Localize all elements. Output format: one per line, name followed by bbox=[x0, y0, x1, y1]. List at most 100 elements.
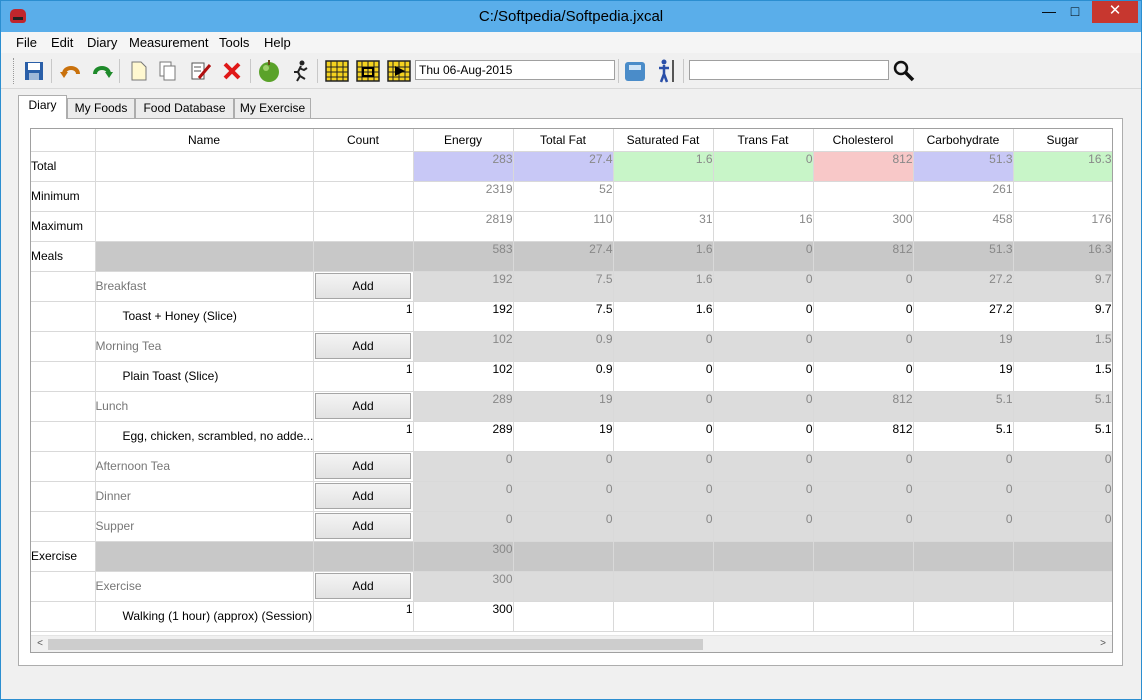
column-header[interactable]: Cholesterol bbox=[813, 129, 914, 152]
value-cell[interactable]: 0 bbox=[913, 481, 1014, 512]
value-cell[interactable]: 2819 bbox=[413, 211, 514, 242]
name-cell[interactable]: Supper bbox=[95, 511, 314, 542]
maximize-button[interactable]: □ bbox=[1062, 1, 1088, 23]
undo-icon[interactable] bbox=[58, 58, 84, 84]
name-cell[interactable] bbox=[95, 211, 314, 242]
value-cell[interactable]: 0 bbox=[713, 511, 814, 542]
value-cell[interactable]: 1.6 bbox=[613, 271, 714, 302]
value-cell[interactable]: 0 bbox=[813, 271, 914, 302]
value-cell[interactable] bbox=[713, 571, 814, 602]
count-cell[interactable]: 1 bbox=[313, 361, 414, 392]
value-cell[interactable]: 0 bbox=[513, 481, 614, 512]
menu-help[interactable]: Help bbox=[264, 35, 291, 50]
value-cell[interactable]: 0 bbox=[913, 511, 1014, 542]
value-cell[interactable]: 5.1 bbox=[1013, 421, 1112, 452]
date-field[interactable]: Thu 06-Aug-2015 bbox=[415, 60, 615, 80]
scroll-left-icon[interactable]: < bbox=[33, 638, 47, 651]
value-cell[interactable]: 192 bbox=[413, 301, 514, 332]
table-row[interactable]: Exercise 300 bbox=[31, 541, 1112, 572]
value-cell[interactable]: 0 bbox=[813, 451, 914, 482]
value-cell[interactable]: 0 bbox=[913, 451, 1014, 482]
value-cell[interactable]: 1.6 bbox=[613, 301, 714, 332]
table-row[interactable]: Supper Add 0 0 0 0 0 0 0 bbox=[31, 511, 1112, 542]
value-cell[interactable]: 51.3 bbox=[913, 241, 1014, 272]
value-cell[interactable]: 0 bbox=[713, 481, 814, 512]
value-cell[interactable]: 0 bbox=[613, 511, 714, 542]
search-icon[interactable] bbox=[891, 58, 917, 84]
value-cell[interactable]: 27.4 bbox=[513, 151, 614, 182]
table-row[interactable]: Walking (1 hour) (approx) (Session) 1 300 bbox=[31, 601, 1112, 632]
column-header[interactable]: Saturated Fat bbox=[613, 129, 714, 152]
value-cell[interactable]: 1.6 bbox=[613, 151, 714, 182]
value-cell[interactable]: 19 bbox=[513, 421, 614, 452]
value-cell[interactable]: 1.6 bbox=[613, 241, 714, 272]
add-cell[interactable]: Add bbox=[313, 451, 414, 482]
name-cell[interactable] bbox=[95, 241, 314, 272]
table-row[interactable]: Dinner Add 0 0 0 0 0 0 0 bbox=[31, 481, 1112, 512]
value-cell[interactable]: 0.9 bbox=[513, 361, 614, 392]
value-cell[interactable]: 16.3 bbox=[1013, 241, 1112, 272]
redo-icon[interactable] bbox=[89, 58, 115, 84]
value-cell[interactable]: 5.1 bbox=[913, 421, 1014, 452]
add-button[interactable]: Add bbox=[315, 453, 411, 479]
calendar-next-icon[interactable] bbox=[386, 58, 412, 84]
value-cell[interactable]: 458 bbox=[913, 211, 1014, 242]
value-cell[interactable]: 0 bbox=[613, 331, 714, 362]
add-cell[interactable]: Add bbox=[313, 511, 414, 542]
value-cell[interactable]: 0 bbox=[613, 451, 714, 482]
value-cell[interactable]: 0 bbox=[613, 481, 714, 512]
name-cell[interactable]: Egg, chicken, scrambled, no adde... bbox=[95, 421, 314, 452]
value-cell[interactable]: 0 bbox=[1013, 451, 1112, 482]
delete-icon[interactable] bbox=[219, 58, 245, 84]
value-cell[interactable] bbox=[513, 601, 614, 632]
table-row[interactable]: Exercise Add 300 bbox=[31, 571, 1112, 602]
value-cell[interactable]: 19 bbox=[913, 331, 1014, 362]
value-cell[interactable]: 289 bbox=[413, 391, 514, 422]
value-cell[interactable]: 1.5 bbox=[1013, 331, 1112, 362]
calendar-today-icon[interactable] bbox=[355, 58, 381, 84]
value-cell[interactable]: 9.7 bbox=[1013, 301, 1112, 332]
value-cell[interactable]: 300 bbox=[813, 211, 914, 242]
column-header[interactable]: Energy bbox=[413, 129, 514, 152]
count-cell[interactable] bbox=[313, 541, 414, 572]
value-cell[interactable]: 27.4 bbox=[513, 241, 614, 272]
value-cell[interactable]: 0 bbox=[613, 361, 714, 392]
name-cell[interactable]: Exercise bbox=[95, 571, 314, 602]
count-cell[interactable] bbox=[313, 181, 414, 212]
menu-tools[interactable]: Tools bbox=[219, 35, 249, 50]
name-cell[interactable] bbox=[95, 181, 314, 212]
value-cell[interactable]: 16.3 bbox=[1013, 151, 1112, 182]
value-cell[interactable] bbox=[1013, 571, 1112, 602]
table-row[interactable]: Egg, chicken, scrambled, no adde... 1 289 1… bbox=[31, 421, 1112, 452]
tab-my-foods[interactable]: My Foods bbox=[67, 98, 135, 118]
new-document-icon[interactable] bbox=[126, 58, 152, 84]
value-cell[interactable]: 5.1 bbox=[1013, 391, 1112, 422]
add-cell[interactable]: Add bbox=[313, 331, 414, 362]
name-cell[interactable]: Plain Toast (Slice) bbox=[95, 361, 314, 392]
column-header[interactable]: Count bbox=[313, 129, 414, 152]
value-cell[interactable]: 0 bbox=[713, 151, 814, 182]
value-cell[interactable]: 2319 bbox=[413, 181, 514, 212]
add-cell[interactable]: Add bbox=[313, 391, 414, 422]
value-cell[interactable] bbox=[813, 571, 914, 602]
value-cell[interactable]: 0 bbox=[813, 511, 914, 542]
value-cell[interactable]: 9.7 bbox=[1013, 271, 1112, 302]
save-icon[interactable] bbox=[21, 58, 47, 84]
runner-icon[interactable] bbox=[287, 58, 313, 84]
value-cell[interactable]: 102 bbox=[413, 331, 514, 362]
close-button[interactable]: ✕ bbox=[1092, 1, 1138, 23]
value-cell[interactable]: 1.5 bbox=[1013, 361, 1112, 392]
value-cell[interactable]: 0.9 bbox=[513, 331, 614, 362]
value-cell[interactable]: 192 bbox=[413, 271, 514, 302]
column-header[interactable]: Total Fat bbox=[513, 129, 614, 152]
value-cell[interactable]: 0 bbox=[613, 421, 714, 452]
toolbar-grip[interactable] bbox=[13, 58, 16, 84]
add-button[interactable]: Add bbox=[315, 393, 411, 419]
name-cell[interactable] bbox=[95, 541, 314, 572]
name-cell[interactable]: Breakfast bbox=[95, 271, 314, 302]
name-cell[interactable] bbox=[95, 151, 314, 182]
scroll-right-icon[interactable]: > bbox=[1096, 638, 1110, 651]
value-cell[interactable]: 7.5 bbox=[513, 301, 614, 332]
add-button[interactable]: Add bbox=[315, 513, 411, 539]
table-row[interactable]: Afternoon Tea Add 0 0 0 0 0 0 0 bbox=[31, 451, 1112, 482]
